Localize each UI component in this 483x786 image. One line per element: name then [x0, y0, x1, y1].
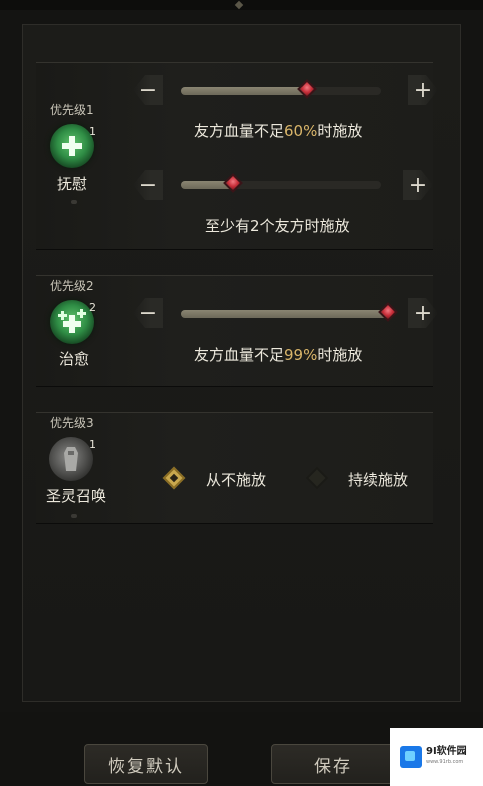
skill-3-count: 1	[89, 438, 96, 451]
skill-2-count: 2	[89, 301, 96, 314]
slider-1a-condition: 友方血量不足60%时施放	[194, 120, 362, 141]
condition-value: 60%	[284, 122, 318, 140]
slider-2-condition: 友方血量不足99%时施放	[194, 344, 362, 365]
priority-1-label: 优先级1	[50, 103, 94, 117]
condition-prefix: 友方血量不足	[194, 346, 285, 364]
option-never-label[interactable]: 从不施放	[206, 469, 266, 490]
cross-glyph-icon	[62, 136, 82, 156]
slider-2-track[interactable]	[181, 302, 398, 322]
priority-3-card	[36, 412, 433, 524]
skill-1-name: 抚慰	[56, 175, 87, 193]
slider-1a-fill	[181, 87, 307, 95]
option-continuous-label[interactable]: 持续施放	[348, 469, 408, 490]
watermark-subtitle: www.91rb.com	[426, 759, 464, 765]
watermark-title: 9I软件园	[426, 746, 467, 757]
skill-3-name: 圣灵召唤	[45, 487, 106, 505]
watermark-text: 9I软件园 www.91rb.com	[426, 746, 467, 768]
skill-2-name: 治愈	[58, 350, 89, 368]
priority-2-label: 优先级2	[50, 279, 94, 293]
multi-heal-cross-icon[interactable]	[50, 300, 94, 344]
skill-1-indicator	[71, 200, 77, 204]
condition-prefix: 友方血量不足	[194, 122, 285, 140]
slider-1b-condition: 至少有2个友方时施放	[205, 215, 350, 236]
skill-3-indicator	[71, 514, 77, 518]
priority-3-label: 优先级3	[50, 416, 94, 430]
watermark: 9I软件园 www.91rb.com	[390, 728, 483, 786]
slider-2-fill	[181, 310, 388, 318]
condition-prefix: 至少有	[205, 217, 251, 235]
reset-default-button[interactable]: 恢复默认	[84, 744, 208, 784]
condition-value: 2	[250, 217, 260, 235]
condition-suffix: 时施放	[317, 122, 363, 140]
condition-suffix: 时施放	[317, 346, 363, 364]
skill-1-count: 1	[89, 125, 96, 138]
watermark-logo-icon	[400, 746, 422, 768]
condition-suffix: 个友方时施放	[259, 217, 350, 235]
slider-1b-track[interactable]	[181, 173, 381, 193]
statue-glyph-icon	[64, 447, 78, 471]
condition-value: 99%	[284, 346, 318, 364]
heal-cross-icon[interactable]	[50, 124, 94, 168]
save-button[interactable]: 保存	[271, 744, 395, 784]
priority-2-card	[36, 275, 433, 387]
summon-statue-icon[interactable]	[49, 437, 93, 481]
multi-cross-glyph-icon	[58, 309, 86, 333]
slider-1a-track[interactable]	[181, 79, 381, 99]
